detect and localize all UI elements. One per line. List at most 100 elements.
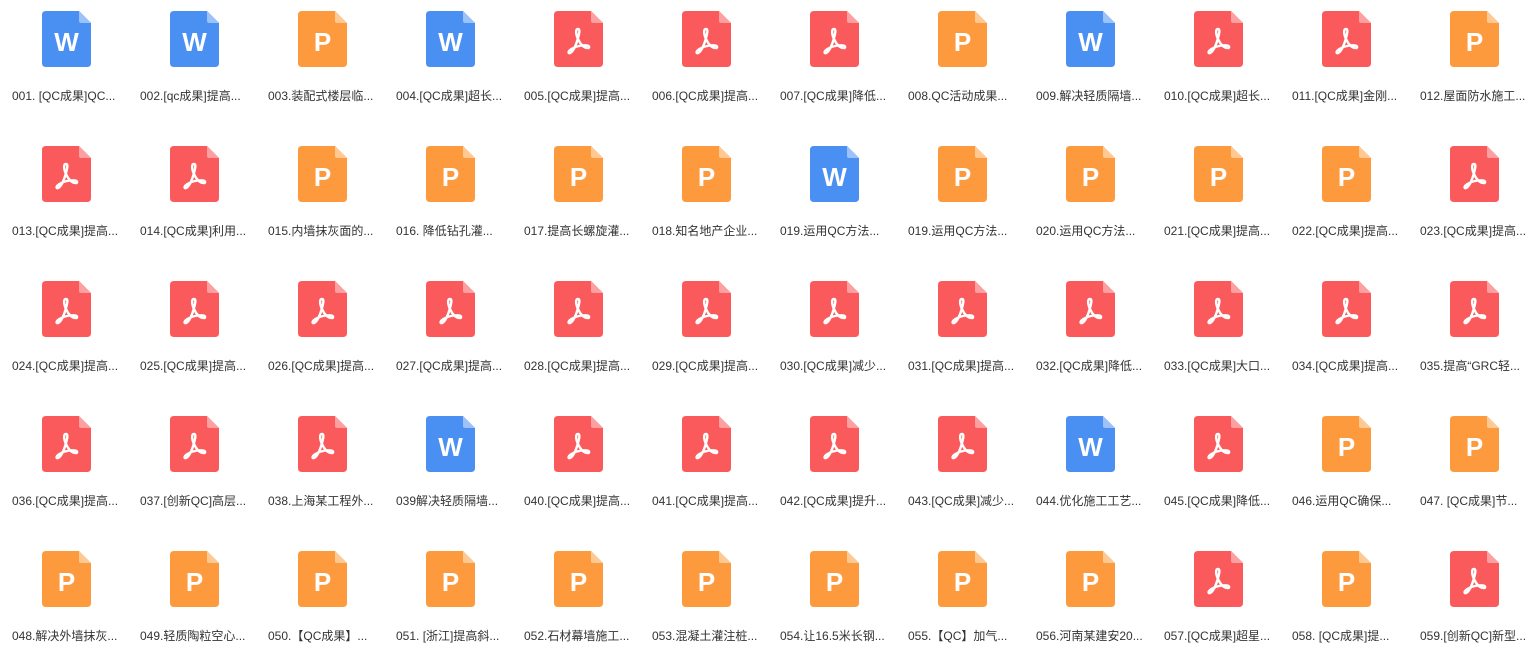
file-item[interactable]: P 019.运用QC方法... <box>896 135 1020 255</box>
file-name-label: 004.[QC成果]超长... <box>396 89 503 103</box>
file-name-label: 019.运用QC方法... <box>908 224 1008 238</box>
file-item[interactable]: P 018.知名地产企业... <box>640 135 764 255</box>
file-name-label: 024.[QC成果]提高... <box>12 359 119 373</box>
svg-text:P: P <box>314 567 331 597</box>
file-item[interactable]: P 016. 降低钻孔灌... <box>384 135 508 255</box>
file-item[interactable]: 033.[QC成果]大口... <box>1152 270 1276 390</box>
svg-text:P: P <box>1082 567 1099 597</box>
pdf-document-icon <box>42 416 91 472</box>
file-item[interactable]: P 022.[QC成果]提高... <box>1280 135 1404 255</box>
file-item[interactable]: 025.[QC成果]提高... <box>128 270 252 390</box>
pdf-document-icon <box>1194 11 1243 67</box>
svg-text:P: P <box>570 567 587 597</box>
file-icon-grid: W 001. [QC成果]QC... W 002.[qc成果]提高... P 0… <box>0 0 1537 653</box>
svg-text:P: P <box>314 162 331 192</box>
file-item[interactable]: P 020.运用QC方法... <box>1024 135 1148 255</box>
file-item[interactable]: P 047. [QC成果]节... <box>1408 405 1532 525</box>
pdf-document-icon <box>298 281 347 337</box>
powerpoint-document-icon: P <box>554 146 603 202</box>
file-name-label: 049.轻质陶粒空心... <box>140 629 246 643</box>
file-item[interactable]: P 048.解决外墙抹灰... <box>0 540 124 660</box>
file-item[interactable]: 038.上海某工程外... <box>256 405 380 525</box>
file-item[interactable]: P 015.内墙抹灰面的... <box>256 135 380 255</box>
word-document-icon: W <box>810 146 859 202</box>
file-item[interactable]: 059.[创新QC]新型... <box>1408 540 1532 660</box>
file-item[interactable]: P 054.让16.5米长钢... <box>768 540 892 660</box>
file-name-label: 008.QC活动成果... <box>908 89 1008 103</box>
file-name-label: 019.运用QC方法... <box>780 224 880 238</box>
file-item[interactable]: W 001. [QC成果]QC... <box>0 0 124 120</box>
file-item[interactable]: W 002.[qc成果]提高... <box>128 0 252 120</box>
file-item[interactable]: 006.[QC成果]提高... <box>640 0 764 120</box>
file-item[interactable]: P 008.QC活动成果... <box>896 0 1020 120</box>
file-item[interactable]: 045.[QC成果]降低... <box>1152 405 1276 525</box>
file-name-label: 039解决轻质隔墙... <box>396 494 499 508</box>
file-name-label: 025.[QC成果]提高... <box>140 359 247 373</box>
file-item[interactable]: 032.[QC成果]降低... <box>1024 270 1148 390</box>
pdf-document-icon <box>42 281 91 337</box>
file-item[interactable]: 035.提高“GRC轻... <box>1408 270 1532 390</box>
file-item[interactable]: W 044.优化施工工艺... <box>1024 405 1148 525</box>
file-item[interactable]: P 012.屋面防水施工... <box>1408 0 1532 120</box>
file-item[interactable]: W 004.[QC成果]超长... <box>384 0 508 120</box>
file-item[interactable]: P 021.[QC成果]提高... <box>1152 135 1276 255</box>
svg-text:P: P <box>954 162 971 192</box>
word-document-icon: W <box>170 11 219 67</box>
file-item[interactable]: P 056.河南某建安20... <box>1024 540 1148 660</box>
file-item[interactable]: P 003.装配式楼层临... <box>256 0 380 120</box>
file-item[interactable]: P 050.【QC成果】... <box>256 540 380 660</box>
file-item[interactable]: 036.[QC成果]提高... <box>0 405 124 525</box>
file-name-label: 015.内墙抹灰面的... <box>268 224 374 238</box>
file-item[interactable]: P 058. [QC成果]提... <box>1280 540 1404 660</box>
file-item[interactable]: P 046.运用QC确保... <box>1280 405 1404 525</box>
file-item[interactable]: W 009.解决轻质隔墙... <box>1024 0 1148 120</box>
file-name-label: 023.[QC成果]提高... <box>1420 224 1527 238</box>
file-item[interactable]: 040.[QC成果]提高... <box>512 405 636 525</box>
file-item[interactable]: 013.[QC成果]提高... <box>0 135 124 255</box>
file-item[interactable]: 014.[QC成果]利用... <box>128 135 252 255</box>
file-item[interactable]: P 049.轻质陶粒空心... <box>128 540 252 660</box>
file-item[interactable]: 037.[创新QC]高层... <box>128 405 252 525</box>
file-item[interactable]: 005.[QC成果]提高... <box>512 0 636 120</box>
file-name-label: 040.[QC成果]提高... <box>524 494 631 508</box>
file-name-label: 057.[QC成果]超星... <box>1164 629 1271 643</box>
file-item[interactable]: 034.[QC成果]提高... <box>1280 270 1404 390</box>
file-item[interactable]: 011.[QC成果]金刚... <box>1280 0 1404 120</box>
file-name-label: 011.[QC成果]金刚... <box>1292 89 1398 103</box>
file-name-label: 020.运用QC方法... <box>1036 224 1136 238</box>
file-item[interactable]: 023.[QC成果]提高... <box>1408 135 1532 255</box>
file-item[interactable]: 043.[QC成果]减少... <box>896 405 1020 525</box>
file-item[interactable]: 028.[QC成果]提高... <box>512 270 636 390</box>
pdf-document-icon <box>554 281 603 337</box>
file-item[interactable]: P 052.石材幕墙施工... <box>512 540 636 660</box>
file-item[interactable]: W 039解决轻质隔墙... <box>384 405 508 525</box>
pdf-document-icon <box>1450 281 1499 337</box>
file-item[interactable]: 031.[QC成果]提高... <box>896 270 1020 390</box>
file-name-label: 026.[QC成果]提高... <box>268 359 375 373</box>
file-item[interactable]: 030.[QC成果]减少... <box>768 270 892 390</box>
file-item[interactable]: 024.[QC成果]提高... <box>0 270 124 390</box>
file-name-label: 012.屋面防水施工... <box>1420 89 1526 103</box>
file-item[interactable]: P 055.【QC】加气... <box>896 540 1020 660</box>
file-item[interactable]: P 017.提高长螺旋灌... <box>512 135 636 255</box>
svg-text:W: W <box>438 432 463 462</box>
pdf-document-icon <box>554 11 603 67</box>
file-item[interactable]: 042.[QC成果]提升... <box>768 405 892 525</box>
file-item[interactable]: 007.[QC成果]降低... <box>768 0 892 120</box>
svg-text:P: P <box>954 567 971 597</box>
file-item[interactable]: P 051. [浙江]提高斜... <box>384 540 508 660</box>
file-name-label: 035.提高“GRC轻... <box>1420 359 1521 373</box>
powerpoint-document-icon: P <box>42 551 91 607</box>
powerpoint-document-icon: P <box>1450 416 1499 472</box>
file-item[interactable]: 010.[QC成果]超长... <box>1152 0 1276 120</box>
file-item[interactable]: P 053.混凝土灌注桩... <box>640 540 764 660</box>
pdf-document-icon <box>1450 146 1499 202</box>
file-item[interactable]: 041.[QC成果]提高... <box>640 405 764 525</box>
file-item[interactable]: 026.[QC成果]提高... <box>256 270 380 390</box>
powerpoint-document-icon: P <box>298 11 347 67</box>
file-item[interactable]: 027.[QC成果]提高... <box>384 270 508 390</box>
file-item[interactable]: 057.[QC成果]超星... <box>1152 540 1276 660</box>
file-name-label: 005.[QC成果]提高... <box>524 89 631 103</box>
file-item[interactable]: W 019.运用QC方法... <box>768 135 892 255</box>
file-item[interactable]: 029.[QC成果]提高... <box>640 270 764 390</box>
